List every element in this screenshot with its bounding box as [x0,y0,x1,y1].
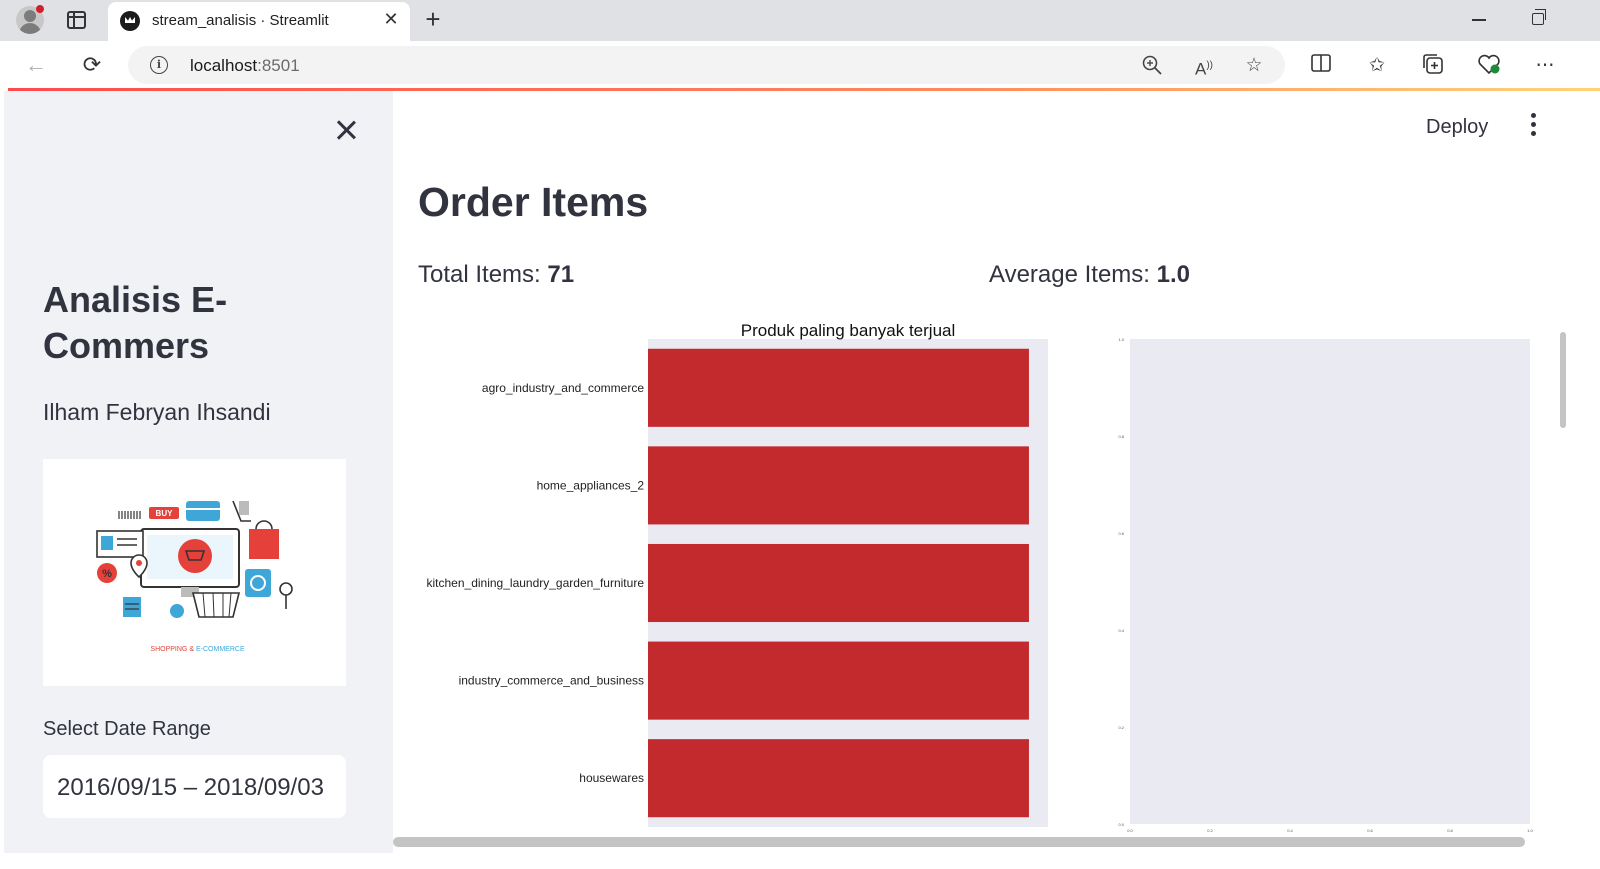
chart1-x-tick: 1.0 [1022,835,1036,836]
streamlit-favicon-icon [120,11,140,31]
chart1-bar [648,543,1029,623]
sidebar-title: Analisis E-Commers [43,279,228,366]
chart2-x-tick: 0.0 [1127,828,1133,833]
chart1-category-label: agro_industry_and_commerce [482,381,644,395]
favorites-icon[interactable]: ✩ [1364,53,1390,79]
chart1-x-tick: 0.6 [870,835,884,836]
back-arrow-icon[interactable]: ← [22,51,50,79]
chart2-x-tick: 0.2 [1207,828,1213,833]
url-text[interactable]: localhost:8501 [190,56,300,76]
page-title: Order Items [418,179,649,225]
total-items-value: 71 [547,261,575,288]
browser-essentials-icon[interactable] [1476,53,1502,79]
window-restore-icon[interactable] [1532,9,1546,25]
tab-close-icon[interactable]: ✕ [380,8,402,30]
average-items-value: 1.0 [1156,261,1191,288]
chart2-x-tick: 0.8 [1447,828,1453,833]
tab-actions-icon[interactable] [67,11,86,29]
chart1-bar [648,446,1029,525]
chart2-y-tick: 1.0 [1118,337,1124,342]
browser-tab[interactable]: stream_analisis · Streamlit ✕ [108,2,410,41]
author-name: Ilham Febryan Ihsandi [43,399,271,425]
window-bottom-edge [0,853,1600,869]
chart1-category-label: housewares [579,771,644,785]
main-menu-icon[interactable] [1531,113,1537,139]
chart1-bar [648,739,1029,818]
collections-icon[interactable] [1420,53,1446,79]
close-sidebar-icon[interactable] [334,118,358,142]
chart1-x-tick: 0.0 [641,835,655,836]
chart2-y-tick: 0.8 [1118,434,1124,439]
chart1-category-label: home_appliances_2 [537,478,645,492]
browser-toolbar: ← ⟳ i localhost:8501 A)) ☆ ✩ ⋯ [0,41,1600,89]
chart2-x-tick: 1.0 [1527,828,1533,833]
chart2-x-tick: 0.4 [1287,828,1293,833]
chart2-y-tick: 0.2 [1118,725,1124,730]
zoom-icon[interactable] [1140,54,1164,78]
browser-tab-bar: stream_analisis · Streamlit ✕ + [0,0,1600,41]
chart1-category-label: industry_commerce_and_business [459,674,644,688]
charts-figure: Produk paling banyak terjual agro_industr… [427,321,1534,846]
tab-title: stream_analisis · Streamlit [152,12,329,29]
average-items-metric: Average Items: 1.0 [989,261,1190,289]
total-items-label: Total Items: [418,261,541,288]
shopping-illustration-icon: BUY % SHOPPING & E-COMMERCE [96,500,293,653]
horizontal-scrollbar[interactable] [393,837,1525,847]
more-options-icon[interactable]: ⋯ [1532,53,1558,79]
reload-icon[interactable]: ⟳ [78,51,106,79]
site-info-icon[interactable]: i [150,56,168,74]
chart2-y-tick: 0.6 [1118,531,1124,536]
illustration-caption-right: E-COMMERCE [196,646,245,653]
chart1-category-label: kitchen_dining_laundry_garden_furniture [427,576,645,590]
chart2-x-tick: 0.6 [1367,828,1373,833]
date-range-label: Select Date Range [43,718,211,740]
main-content: Deploy Order Items Total Items: 71 Avera… [393,91,1600,853]
chart1-x-tick: 0.4 [793,835,807,836]
read-aloud-icon[interactable]: A)) [1192,54,1216,79]
favorite-star-icon[interactable]: ☆ [1242,54,1266,78]
chart1-bar [648,641,1029,720]
chart2-y-tick: 0.4 [1118,628,1124,633]
chart-area: Produk paling banyak terjual agro_industr… [393,316,1600,846]
new-tab-icon[interactable]: + [421,6,445,32]
svg-text:%: % [102,568,112,580]
split-screen-icon[interactable] [1308,53,1334,79]
total-items-metric: Total Items: 71 [418,261,574,289]
date-range-input[interactable]: 2016/09/15 – 2018/09/03 [43,755,346,818]
sidebar: Analisis E-Commers Ilham Febryan Ihsandi… [4,91,393,853]
chart2-plot-area [1130,339,1530,824]
average-items-label: Average Items: [989,261,1150,288]
chart1-title: Produk paling banyak terjual [741,321,956,340]
svg-text:BUY: BUY [156,509,174,518]
vertical-scrollbar[interactable] [1560,332,1566,428]
chart1-x-tick: 0.2 [717,835,731,836]
chart2-y-tick: 0.0 [1118,822,1124,827]
illustration-caption-left: SHOPPING & [150,646,194,653]
chart1-bar [648,348,1029,427]
deploy-button[interactable]: Deploy [1426,116,1488,139]
ecommerce-illustration: BUY % SHOPPING & E-COMMERCE [43,459,346,686]
notification-dot [36,5,44,13]
chart1-x-tick: 0.8 [946,835,960,836]
window-minimize-icon[interactable] [1472,19,1486,21]
address-bar[interactable]: i localhost:8501 A)) ☆ [128,46,1285,84]
